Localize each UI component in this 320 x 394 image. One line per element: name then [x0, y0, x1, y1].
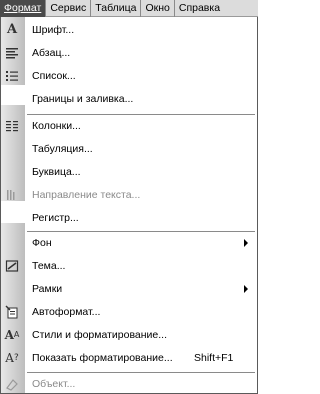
paragraph-icon [4, 45, 20, 61]
submenu-arrow-icon [244, 239, 248, 247]
format-dropdown-menu: A Шрифт... Абзац... Список... Границы и … [0, 17, 258, 394]
menubar-help[interactable]: Справка [175, 0, 224, 17]
menu-item-label: Шрифт... [32, 24, 75, 36]
shortcut-text: Shift+F1 [194, 352, 234, 364]
menubar-window[interactable]: Окно [141, 0, 175, 17]
menu-item-list[interactable]: Список... [1, 66, 257, 86]
menu-item-autoformat[interactable]: Автоформат... [1, 302, 257, 322]
menu-item-reveal-formatting[interactable]: A? Показать форматирование... Shift+F1 [1, 348, 257, 368]
menubar-tools[interactable]: Сервис [46, 0, 92, 17]
menu-bar: Формат Сервис Таблица Окно Справка [0, 0, 258, 17]
font-A-icon: A [6, 22, 18, 37]
menu-item-theme[interactable]: Тема... [1, 256, 257, 276]
menubar-table[interactable]: Таблица [91, 0, 142, 17]
menu-item-label: Фон [32, 237, 52, 249]
menubar-format[interactable]: Формат [0, 0, 47, 17]
menu-item-font[interactable]: A Шрифт... [1, 20, 257, 40]
menu-item-label: Стили и форматирование... [32, 329, 168, 341]
menu-item-label: Направление текста... [32, 189, 141, 201]
menu-item-change-case[interactable]: Регистр... [1, 208, 257, 228]
separator [27, 231, 255, 232]
menu-item-drop-cap[interactable]: Буквица... [1, 162, 257, 182]
separator [27, 114, 255, 115]
menu-item-label: Рамки [32, 283, 63, 295]
text-direction-icon [4, 187, 20, 203]
reveal-formatting-icon: A? [5, 351, 19, 365]
submenu-arrow-icon [244, 285, 248, 293]
menu-item-label: Границы и заливка... [32, 93, 134, 105]
menu-item-paragraph[interactable]: Абзац... [1, 43, 257, 63]
separator [27, 372, 255, 373]
menu-item-label: Регистр... [32, 212, 79, 224]
menu-item-tabs[interactable]: Табуляция... [1, 139, 257, 159]
menu-item-frames[interactable]: Рамки [1, 279, 257, 299]
menu-item-label: Автоформат... [32, 306, 101, 318]
menu-item-borders-shading[interactable]: Границы и заливка... [1, 89, 257, 109]
menu-item-label: Тема... [32, 260, 66, 272]
autoformat-icon [4, 304, 20, 320]
menu-item-label: Буквица... [32, 166, 81, 178]
menu-item-background[interactable]: Фон [1, 233, 257, 253]
menu-item-columns[interactable]: Колонки... [1, 116, 257, 136]
theme-icon [4, 258, 20, 274]
menu-item-styles-formatting[interactable]: AA Стили и форматирование... [1, 325, 257, 345]
menu-item-label: Объект... [32, 378, 76, 390]
list-icon [4, 68, 20, 84]
menu-item-label: Табуляция... [32, 143, 93, 155]
menu-item-label: Показать форматирование... [32, 352, 173, 364]
menu-item-text-direction[interactable]: Направление текста... [1, 185, 257, 205]
menu-item-label: Колонки... [32, 120, 81, 132]
object-icon [4, 376, 20, 392]
columns-icon [4, 118, 20, 134]
styles-icon: AA [4, 328, 20, 342]
menu-item-object[interactable]: Объект... [1, 374, 257, 394]
menu-item-label: Список... [32, 70, 76, 82]
menu-item-label: Абзац... [32, 47, 71, 59]
